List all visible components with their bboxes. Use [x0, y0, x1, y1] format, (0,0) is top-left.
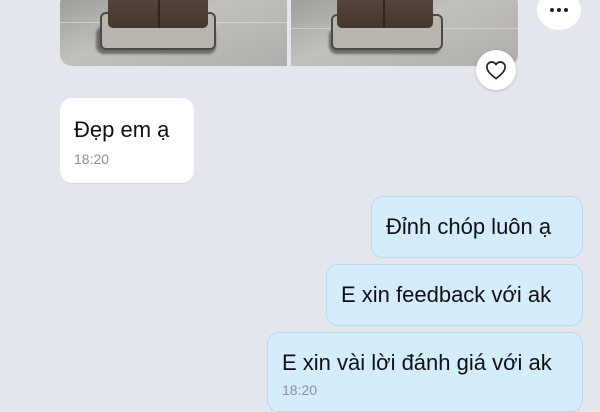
message-timestamp: 18:20 — [282, 382, 318, 398]
photo-thumbnail-1[interactable] — [60, 0, 287, 66]
message-text: Đỉnh chóp luôn ạ — [386, 214, 552, 239]
more-icon — [550, 8, 554, 12]
incoming-message-bubble[interactable]: Đẹp em ạ 18:20 — [60, 98, 194, 183]
heart-icon — [486, 61, 506, 80]
message-text: Đẹp em ạ — [74, 117, 170, 142]
message-timestamp: 18:20 — [74, 151, 110, 167]
message-text: E xin vài lời đánh giá với ak — [282, 350, 552, 375]
outgoing-message-bubble[interactable]: Đỉnh chóp luôn ạ — [371, 196, 583, 258]
outgoing-message-bubble[interactable]: E xin feedback với ak — [326, 264, 583, 326]
outgoing-message-bubble[interactable]: E xin vài lời đánh giá với ak 18:20 — [267, 332, 583, 412]
more-icon-dot — [557, 8, 561, 12]
photo-message[interactable] — [60, 0, 518, 66]
heart-reaction-button[interactable] — [476, 50, 516, 90]
more-options-button[interactable] — [537, 0, 581, 30]
more-icon-dot — [564, 8, 568, 12]
message-text: E xin feedback với ak — [341, 282, 552, 307]
